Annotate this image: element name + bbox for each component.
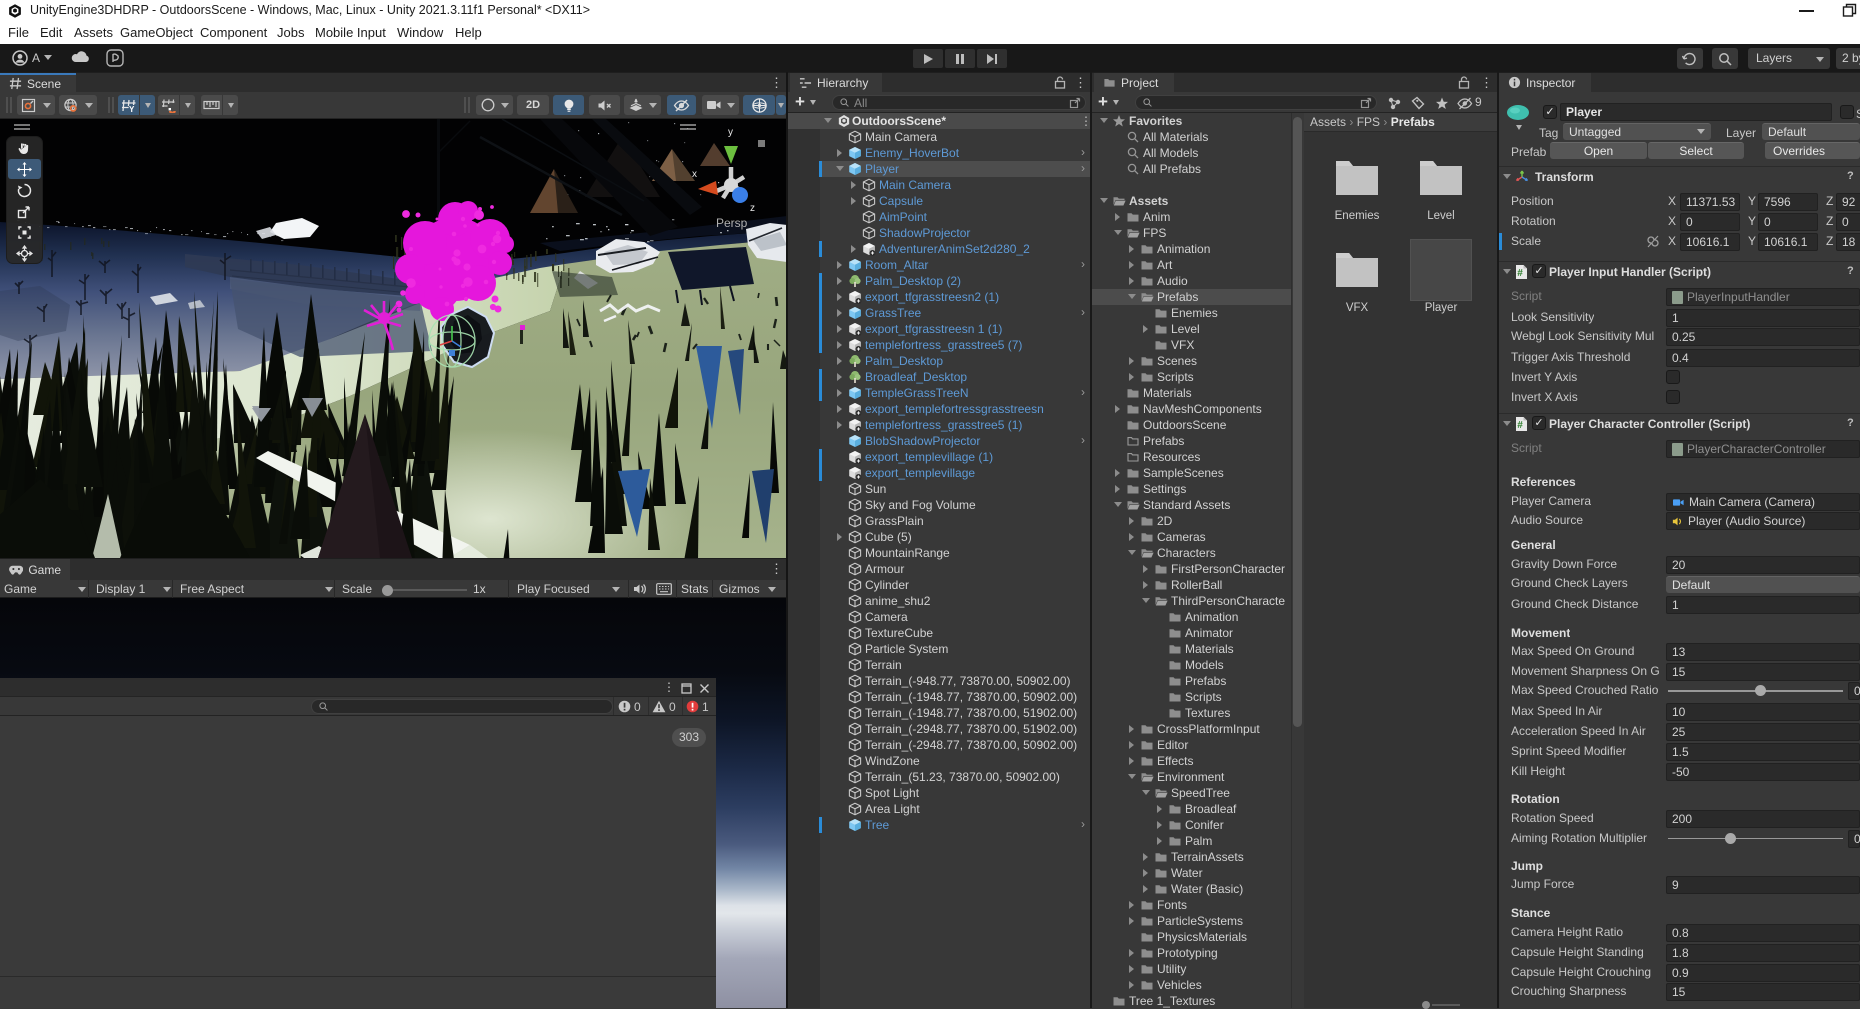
svg-text:#: # [1517,268,1523,279]
svg-text:y: y [728,127,733,138]
svg-text:Y: Y [129,105,135,113]
svg-text:#: # [1517,420,1523,431]
svg-text:x: x [692,169,697,180]
svg-text:Persp: Persp [716,216,748,230]
svg-text:z: z [750,203,755,214]
